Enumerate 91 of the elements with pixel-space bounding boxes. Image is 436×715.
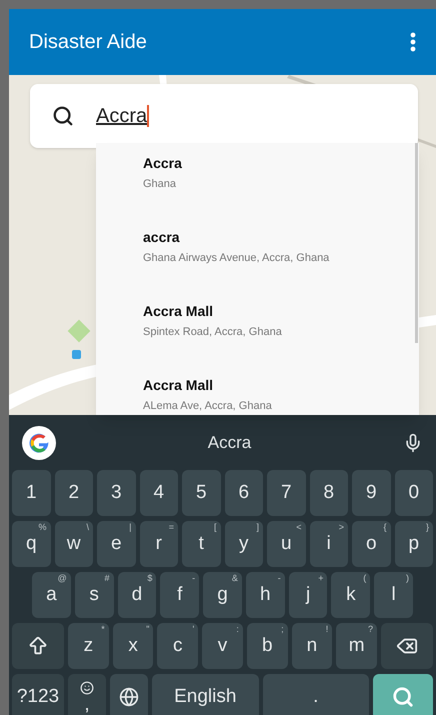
key-hint: [ — [214, 521, 216, 534]
more-options-icon[interactable] — [410, 32, 416, 52]
search-icon — [52, 105, 74, 127]
keyboard-key[interactable]: p } — [394, 521, 433, 567]
space-bar[interactable]: English — [152, 674, 258, 715]
key-hint: - — [278, 572, 281, 585]
search-field[interactable]: Accra — [96, 101, 150, 131]
key-hint: ? — [368, 623, 374, 636]
keyboard-key[interactable]: i > — [310, 521, 348, 567]
symbols-key[interactable]: ?123 — [12, 674, 64, 715]
key-hint: & — [232, 572, 238, 585]
keyboard-key[interactable]: 4 — [140, 470, 178, 516]
keyboard-key[interactable]: r = — [140, 521, 178, 567]
globe-icon — [119, 687, 139, 707]
key-hint: + — [318, 572, 324, 585]
key-hint: % — [38, 521, 46, 534]
suggestion-address: Ghana — [143, 177, 178, 192]
emoji-key[interactable]: , — [68, 674, 106, 715]
keyboard-key[interactable]: w \ — [54, 521, 93, 567]
keyboard-key[interactable]: q % — [12, 521, 50, 567]
keyboard-key[interactable]: z * — [68, 623, 109, 669]
keyboard-key[interactable]: y ] — [224, 521, 263, 567]
key-hint: \ — [86, 521, 89, 534]
backspace-key[interactable] — [381, 623, 434, 669]
keyboard-key[interactable]: e | — [97, 521, 136, 567]
suggestion-item[interactable]: Accra Mall Spintex Road, Accra, Ghana — [96, 291, 419, 365]
google-icon[interactable] — [22, 426, 56, 460]
key-hint: { — [383, 521, 386, 534]
suggestion-address: Spintex Road, Accra, Ghana — [143, 325, 283, 340]
suggestion-title: Accra Mall — [143, 376, 214, 395]
key-hint: ( — [363, 572, 366, 585]
search-icon — [392, 686, 414, 708]
keyboard-key[interactable]: h - — [246, 572, 285, 618]
keyboard-key[interactable]: b ; — [246, 623, 288, 669]
key-hint: $ — [147, 572, 152, 585]
suggestion-title: Accra Mall — [143, 302, 214, 321]
keyboard-key[interactable]: f - — [160, 572, 200, 618]
suggestion-address: Ghana Airways Avenue, Accra, Ghana — [143, 251, 330, 266]
language-key[interactable] — [110, 674, 148, 715]
key-hint: ] — [256, 521, 259, 534]
keyboard-key[interactable]: s # — [74, 572, 114, 618]
key-hint: = — [168, 521, 174, 534]
keyboard-key[interactable]: n ! — [292, 623, 332, 669]
shift-key[interactable] — [12, 623, 64, 669]
keyboard-key[interactable]: 0 — [394, 470, 433, 516]
suggestion-item[interactable]: accra Ghana Airways Avenue, Accra, Ghana — [96, 217, 419, 291]
key-hint: - — [192, 572, 196, 585]
keyboard-key[interactable]: 1 — [12, 470, 50, 516]
keyboard-key[interactable]: j + — [288, 572, 328, 618]
keyboard-key[interactable]: d $ — [118, 572, 156, 618]
key-hint: " — [146, 623, 150, 636]
keyboard-key[interactable]: 5 — [182, 470, 220, 516]
key-hint: # — [104, 572, 110, 585]
key-hint: : — [236, 623, 239, 636]
keyboard-key[interactable]: 8 — [310, 470, 348, 516]
key-hint: > — [338, 521, 344, 534]
keyboard-key[interactable]: 7 — [267, 470, 306, 516]
keyboard-key[interactable]: a @ — [32, 572, 71, 618]
app-title: Disaster Aide — [29, 30, 147, 55]
keyboard-key[interactable]: x " — [112, 623, 154, 669]
key-hint: @ — [58, 572, 67, 585]
keyboard-key[interactable]: k ( — [331, 572, 370, 618]
word-suggestion[interactable]: Accra — [208, 430, 252, 456]
shift-icon — [27, 635, 49, 657]
keyboard-key[interactable]: l ) — [374, 572, 414, 618]
keyboard-key[interactable]: o { — [352, 521, 390, 567]
key-hint: } — [426, 521, 429, 534]
keyboard-key[interactable]: u < — [267, 521, 306, 567]
suggestion-address: ALema Ave, Accra, Ghana — [143, 399, 273, 414]
key-hint: * — [101, 623, 105, 636]
key-hint: < — [296, 521, 302, 534]
keyboard-key[interactable]: v : — [202, 623, 243, 669]
suggestion-title: Accra — [143, 154, 183, 173]
keyboard-key[interactable]: 9 — [352, 470, 390, 516]
keyboard-key[interactable]: t [ — [182, 521, 220, 567]
keyboard-key[interactable]: c ' — [157, 623, 198, 669]
key-hint: ' — [192, 623, 194, 636]
smiley-icon — [80, 680, 94, 694]
suggestion-item[interactable]: Accra Mall ALema Ave, Accra, Ghana — [96, 365, 419, 415]
keyboard-key[interactable]: 6 — [224, 470, 263, 516]
keyboard-key[interactable]: 3 — [97, 470, 136, 516]
key-hint: | — [129, 521, 132, 534]
suggestion-item[interactable]: Accra Ghana — [96, 143, 419, 217]
key-hint: ! — [326, 623, 328, 636]
keyboard-key[interactable]: g & — [203, 572, 242, 618]
key-hint: ; — [281, 623, 284, 636]
suggestion-title: accra — [143, 228, 181, 247]
keyboard-key[interactable]: m ? — [336, 623, 378, 669]
keyboard-key[interactable]: 2 — [54, 470, 93, 516]
key-hint: ) — [406, 572, 410, 585]
keyboard-key[interactable]: . — [262, 674, 369, 715]
